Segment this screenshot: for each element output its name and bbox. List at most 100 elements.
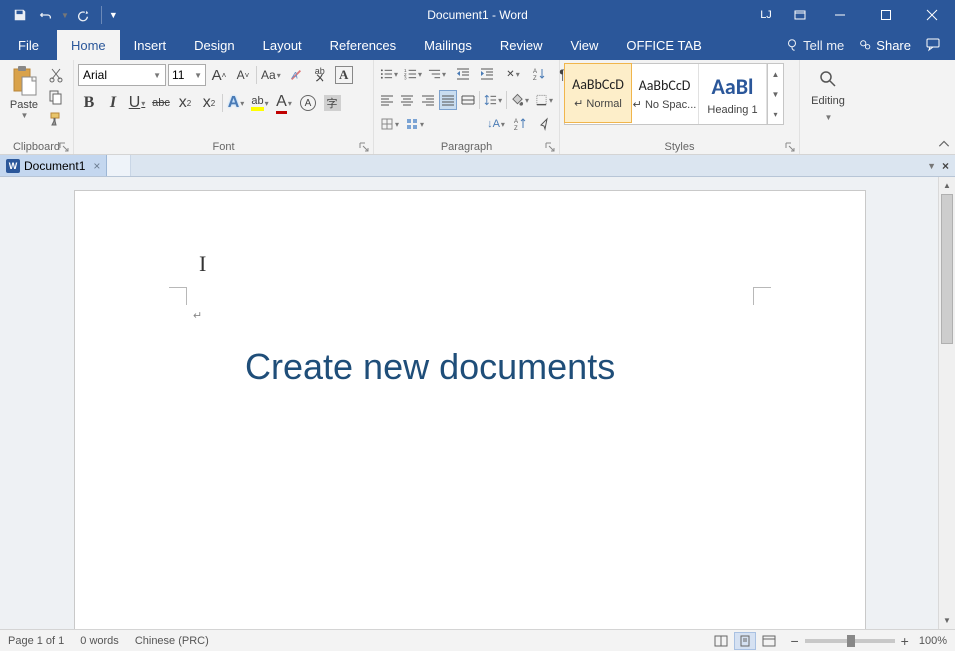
read-mode-button[interactable]: [710, 632, 732, 650]
comments-icon[interactable]: [925, 36, 941, 55]
justify-button[interactable]: [439, 90, 457, 110]
align-left-button[interactable]: [378, 90, 396, 110]
share-button[interactable]: Share: [858, 38, 911, 53]
line-spacing-button[interactable]: ▾: [482, 89, 504, 111]
close-button[interactable]: [909, 0, 955, 30]
font-size-combo[interactable]: 11▼: [168, 64, 206, 86]
asian-layout-button[interactable]: ✕▾: [502, 63, 524, 85]
collapse-ribbon-icon[interactable]: [937, 138, 951, 152]
close-tab-icon[interactable]: ×: [93, 159, 100, 173]
tab-office-tab[interactable]: OFFICE TAB: [612, 30, 715, 60]
style-expand-icon[interactable]: ▾: [768, 104, 783, 124]
strikethrough-button[interactable]: abc: [150, 92, 172, 114]
style-scroll-down-icon[interactable]: ▼: [768, 84, 783, 104]
user-initials[interactable]: LJ: [749, 0, 783, 30]
multilevel-list-button[interactable]: ▾: [426, 63, 448, 85]
cut-button[interactable]: [46, 65, 66, 85]
web-layout-button[interactable]: [758, 632, 780, 650]
tab-view[interactable]: View: [556, 30, 612, 60]
paragraph-launcher-icon[interactable]: [545, 142, 555, 152]
print-layout-button[interactable]: [734, 632, 756, 650]
tab-home[interactable]: Home: [57, 30, 120, 60]
decrease-indent-button[interactable]: [452, 63, 474, 85]
clear-formatting-button[interactable]: A: [285, 64, 307, 86]
tab-references[interactable]: References: [316, 30, 410, 60]
change-case-button[interactable]: Aa▾: [259, 64, 283, 86]
paragraph-settings-button[interactable]: ▾: [403, 113, 426, 135]
style-no-spacing[interactable]: AaBbCcD ↵ No Spac...: [631, 64, 699, 124]
qat-customize-icon[interactable]: ▼: [109, 10, 118, 20]
borders-button[interactable]: ▾: [533, 89, 555, 111]
scroll-down-icon[interactable]: ▼: [939, 612, 955, 629]
scroll-thumb[interactable]: [941, 194, 953, 344]
style-normal[interactable]: AaBbCcD ↵ Normal: [564, 63, 632, 123]
font-name-combo[interactable]: Arial▼: [78, 64, 166, 86]
copy-button[interactable]: [46, 87, 66, 107]
bullets-button[interactable]: ▾: [378, 63, 400, 85]
style-heading-1[interactable]: AaBl Heading 1: [699, 64, 767, 124]
maximize-button[interactable]: [863, 0, 909, 30]
character-shading-button[interactable]: 字: [321, 92, 343, 114]
sort-za-button[interactable]: AZ: [509, 113, 531, 135]
tab-file[interactable]: File: [0, 30, 57, 60]
zoom-slider-track[interactable]: [805, 639, 895, 643]
tab-insert[interactable]: Insert: [120, 30, 181, 60]
bold-button[interactable]: B: [78, 92, 100, 114]
shading-button[interactable]: ▾: [509, 89, 531, 111]
save-button[interactable]: [8, 3, 32, 27]
tab-list-dropdown-icon[interactable]: ▼: [927, 161, 936, 171]
styles-launcher-icon[interactable]: [785, 142, 795, 152]
tab-design[interactable]: Design: [180, 30, 248, 60]
zoom-out-button[interactable]: −: [790, 633, 798, 649]
phonetic-guide-button[interactable]: abㄨ: [309, 64, 331, 86]
subscript-button[interactable]: x2: [174, 92, 196, 114]
language-indicator[interactable]: Chinese (PRC): [135, 635, 209, 647]
word-count[interactable]: 0 words: [80, 635, 119, 647]
style-scroll-up-icon[interactable]: ▲: [768, 64, 783, 84]
italic-button[interactable]: I: [102, 92, 124, 114]
close-all-tabs-icon[interactable]: ×: [942, 159, 949, 173]
document-viewport[interactable]: I ↵ Create new documents: [0, 177, 938, 629]
clipboard-launcher-icon[interactable]: [59, 142, 69, 152]
undo-dropdown-icon[interactable]: ▼: [61, 11, 69, 20]
font-launcher-icon[interactable]: [359, 142, 369, 152]
align-right-button[interactable]: [418, 90, 436, 110]
zoom-slider-thumb[interactable]: [847, 635, 855, 647]
page-indicator[interactable]: Page 1 of 1: [8, 635, 64, 647]
highlight-button[interactable]: ab▾: [249, 92, 271, 114]
ribbon-display-options[interactable]: [783, 0, 817, 30]
document-tab[interactable]: W Document1 ×: [0, 155, 107, 176]
enclose-characters-button[interactable]: A: [297, 92, 319, 114]
zoom-in-button[interactable]: +: [901, 633, 909, 649]
new-tab-button[interactable]: [107, 155, 131, 176]
scroll-up-icon[interactable]: ▲: [939, 177, 955, 194]
page[interactable]: I ↵ Create new documents: [75, 191, 865, 629]
undo-button[interactable]: [34, 3, 58, 27]
character-border-button[interactable]: A: [333, 64, 355, 86]
distributed-button[interactable]: [459, 90, 477, 110]
text-effects-button[interactable]: A▾: [225, 92, 247, 114]
select-objects-button[interactable]: [533, 113, 555, 135]
redo-button[interactable]: [71, 3, 95, 27]
tab-layout[interactable]: Layout: [249, 30, 316, 60]
paste-button[interactable]: Paste ▼: [4, 63, 44, 133]
align-center-button[interactable]: [398, 90, 416, 110]
sort-button[interactable]: AZ: [528, 63, 550, 85]
grow-font-button[interactable]: A˄: [208, 64, 230, 86]
tab-mailings[interactable]: Mailings: [410, 30, 486, 60]
editing-button[interactable]: Editing ▼: [804, 63, 852, 133]
minimize-button[interactable]: [817, 0, 863, 30]
tell-me-search[interactable]: Tell me: [785, 38, 844, 53]
superscript-button[interactable]: x2: [198, 92, 220, 114]
increase-indent-button[interactable]: [476, 63, 498, 85]
underline-button[interactable]: U▾: [126, 92, 148, 114]
zoom-level[interactable]: 100%: [919, 635, 947, 647]
format-painter-button[interactable]: [46, 109, 66, 129]
numbering-button[interactable]: 123▾: [402, 63, 424, 85]
text-direction-button[interactable]: ↓A▾: [485, 113, 507, 135]
snap-to-grid-button[interactable]: ▾: [378, 113, 401, 135]
vertical-scrollbar[interactable]: ▲ ▼: [938, 177, 955, 629]
font-color-button[interactable]: A▾: [273, 92, 295, 114]
tab-review[interactable]: Review: [486, 30, 557, 60]
shrink-font-button[interactable]: A˅: [232, 64, 254, 86]
